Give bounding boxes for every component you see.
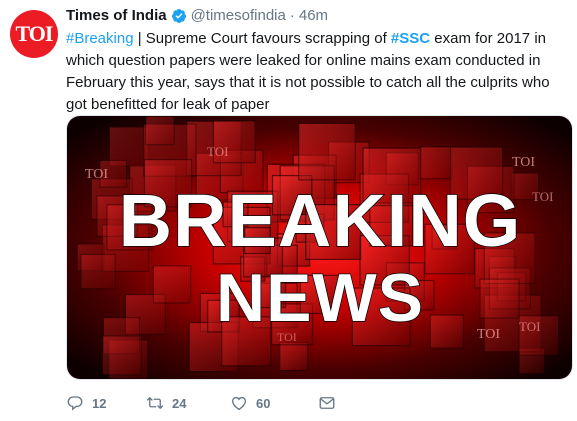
tweet-content: Times of India @timesofindia · 46m #Brea… [66, 6, 566, 116]
tweet-actions: 12 24 60 [66, 393, 358, 413]
background-cube [145, 116, 175, 146]
tweet-card[interactable]: TOI Times of India @timesofindia · 46m #… [0, 0, 577, 421]
avatar[interactable]: TOI [10, 10, 58, 58]
hashtag-ssc[interactable]: #SSC [391, 30, 430, 47]
headline-news: NEWS [216, 260, 424, 336]
direct-message-button[interactable] [318, 394, 348, 412]
tweet-header: Times of India @timesofindia · 46m [66, 6, 566, 26]
verified-badge-icon [171, 9, 186, 23]
background-cube [419, 146, 453, 180]
retweet-button[interactable]: 24 [146, 394, 220, 412]
like-icon [231, 396, 247, 411]
like-button[interactable]: 60 [230, 394, 308, 412]
background-cube [80, 253, 116, 290]
account-handle[interactable]: @timesofindia [191, 6, 286, 26]
watermark-top-right: TOI [512, 155, 535, 170]
background-cube [279, 341, 309, 372]
headline-breaking: BREAKING [119, 179, 522, 262]
background-cube [429, 314, 465, 349]
reply-count: 12 [92, 395, 107, 411]
background-cube [298, 122, 356, 181]
watermark-bottom-right-2: TOI [519, 319, 540, 334]
watermark-bottom-right: TOI [477, 327, 500, 342]
avatar-logo-text: TOI [15, 21, 54, 46]
hashtag-breaking[interactable]: #Breaking [66, 30, 134, 47]
watermark-right: TOI [532, 189, 553, 204]
reply-icon [67, 396, 83, 411]
like-count: 60 [256, 395, 271, 411]
tweet-text-part1: | Supreme Court favours scrapping of [133, 30, 391, 47]
background-cube [479, 278, 520, 319]
breaking-news-image[interactable]: TOI TOI TOI TOI TOI TOI TOI BREAKING NEW… [66, 115, 573, 380]
tweet-text: #Breaking | Supreme Court favours scrapp… [66, 28, 571, 116]
direct-message-icon [319, 397, 335, 409]
background-cube [101, 335, 142, 376]
watermark-top-left: TOI [85, 167, 108, 182]
retweet-count: 24 [172, 395, 187, 411]
breaking-news-graphic: TOI TOI TOI TOI TOI TOI TOI BREAKING NEW… [67, 116, 572, 379]
account-name[interactable]: Times of India [66, 6, 167, 26]
tweet-timestamp[interactable]: 46m [299, 6, 328, 26]
watermark-top-center: TOI [207, 144, 228, 159]
header-separator: · [289, 7, 295, 24]
background-cube [152, 265, 192, 304]
retweet-icon [146, 397, 164, 409]
reply-button[interactable]: 12 [66, 394, 136, 412]
